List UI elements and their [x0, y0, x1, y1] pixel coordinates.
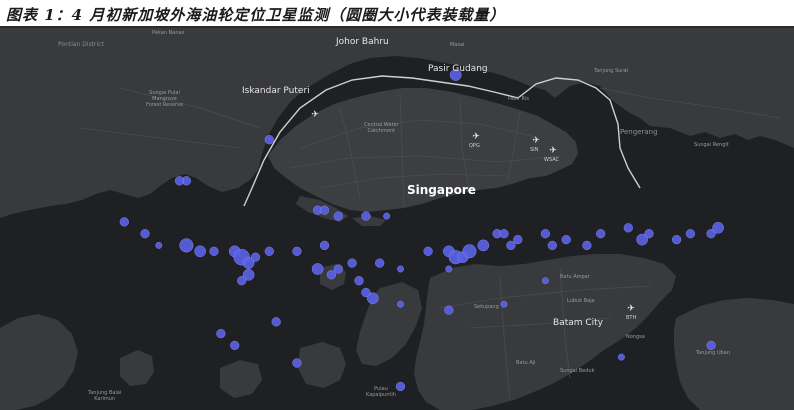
label-nongsa: Nongsa: [626, 334, 645, 340]
airport-label-bth: BTH: [626, 315, 637, 321]
tanker-marker: [237, 276, 247, 286]
label-tanjung-balai-karimun: Tanjung Balai Karimun: [88, 390, 122, 402]
tanker-marker: [644, 229, 654, 239]
tanker-marker: [712, 221, 724, 234]
tanker-marker: [445, 265, 453, 273]
airport-icon-bth: ✈: [627, 304, 635, 314]
tanker-marker: [540, 229, 551, 239]
tanker-marker: [500, 300, 508, 308]
airport-icon-tengah: ✈: [311, 110, 319, 120]
label-tanjung-uban: Tanjung Uban: [696, 350, 731, 356]
tanker-marker: [140, 229, 150, 239]
tanker-marker: [395, 381, 406, 392]
airport-icon-qpg: ✈: [472, 132, 480, 142]
tanker-marker: [361, 211, 371, 221]
tanker-marker: [671, 235, 682, 245]
tanker-marker: [174, 176, 185, 186]
label-pekan-nanas: Pekan Nanas: [152, 30, 185, 36]
label-pengerang: Pengerang: [620, 128, 658, 136]
tanker-marker: [397, 265, 404, 273]
tanker-marker: [319, 205, 330, 215]
tanker-marker: [326, 270, 337, 280]
tanker-marker: [216, 329, 226, 339]
label-pasir-gudang: Pasir Gudang: [428, 64, 488, 74]
label-sungai-rengit: Sungai Rengit: [694, 142, 729, 148]
tanker-marker: [685, 229, 696, 239]
tanker-marker: [513, 235, 523, 245]
tanker-marker: [271, 317, 281, 327]
tanker-marker: [582, 240, 592, 251]
tanker-marker: [706, 340, 716, 351]
tanker-marker: [179, 238, 194, 253]
label-singapore: Singapore: [407, 183, 476, 197]
tanker-marker: [333, 264, 343, 274]
tanker-marker: [375, 258, 385, 268]
label-sungai-beduk: Sungai Beduk: [560, 368, 595, 374]
label-johor-bahru: Johor Bahru: [336, 37, 389, 47]
label-pulau-kapaipuntih: Pulau Kapaipuntih: [366, 386, 396, 398]
airport-label-wsac: WSAC: [544, 157, 560, 163]
label-pasir-ris: Pasir Ris: [508, 96, 529, 102]
tanker-marker: [462, 244, 477, 259]
tanker-marker: [292, 358, 302, 368]
tanker-marker: [596, 229, 606, 239]
label-sekupang: Sekupang: [474, 304, 499, 310]
tanker-marker: [383, 212, 390, 220]
tanker-marker: [444, 305, 454, 315]
airport-label-sin: SIN: [530, 147, 539, 153]
label-central-water: Central Water Catchment: [364, 122, 399, 134]
label-lubuk-baja: Lubuk Baja: [567, 298, 595, 304]
label-iskandar-puteri: Iskandar Puteri: [242, 86, 310, 96]
caption-bar: 图表 1：4 月初新加坡外海油轮定位卫星监测（圆圈大小代表装载量）: [0, 0, 794, 28]
tanker-marker: [542, 277, 549, 285]
tanker-marker: [264, 135, 274, 145]
tanker-marker: [230, 340, 240, 351]
tanker-marker: [477, 239, 490, 252]
tanker-marker: [347, 258, 357, 268]
tanker-overlay: [119, 69, 724, 392]
label-batam-city: Batam City: [553, 318, 604, 328]
airport-icon-wsac: ✈: [549, 146, 557, 156]
tanker-marker: [264, 246, 274, 256]
label-tanjung-surat: Tanjung Surat: [594, 68, 629, 74]
tanker-marker: [618, 353, 625, 361]
tanker-marker: [119, 217, 129, 227]
tanker-marker: [506, 240, 516, 251]
tanker-marker: [319, 240, 330, 251]
tanker-marker: [623, 223, 633, 233]
tanker-marker: [361, 287, 371, 298]
tanker-marker: [250, 252, 261, 262]
label-batu-aji: Batu Aji: [516, 360, 536, 366]
tanker-marker: [547, 240, 557, 251]
tanker-marker: [397, 300, 404, 308]
tanker-marker: [194, 245, 206, 258]
tanker-marker: [423, 246, 433, 256]
airport-label-qpg: QPG: [469, 143, 480, 149]
tanker-marker: [311, 263, 324, 275]
tanker-marker: [561, 235, 571, 245]
airport-icon-sin: ✈: [532, 136, 540, 146]
figure-caption: 图表 1：4 月初新加坡外海油轮定位卫星监测（圆圈大小代表装载量）: [6, 6, 506, 24]
label-pontian-district: Pontian District: [58, 41, 104, 48]
tanker-marker: [333, 211, 343, 221]
label-sungai-pulai: Sungai Pulai Mangrove Forest Reserve: [146, 90, 184, 108]
tanker-marker: [354, 276, 364, 286]
satellite-map: Pontian District Pekan Nanas Johor Bahru…: [0, 28, 794, 410]
tanker-marker: [292, 246, 302, 256]
tanker-marker: [209, 246, 219, 256]
label-batu-ampar: Batu Ampar: [560, 274, 590, 280]
tanker-marker: [155, 241, 163, 249]
tanker-marker: [499, 229, 509, 239]
label-masai: Masai: [450, 42, 465, 48]
